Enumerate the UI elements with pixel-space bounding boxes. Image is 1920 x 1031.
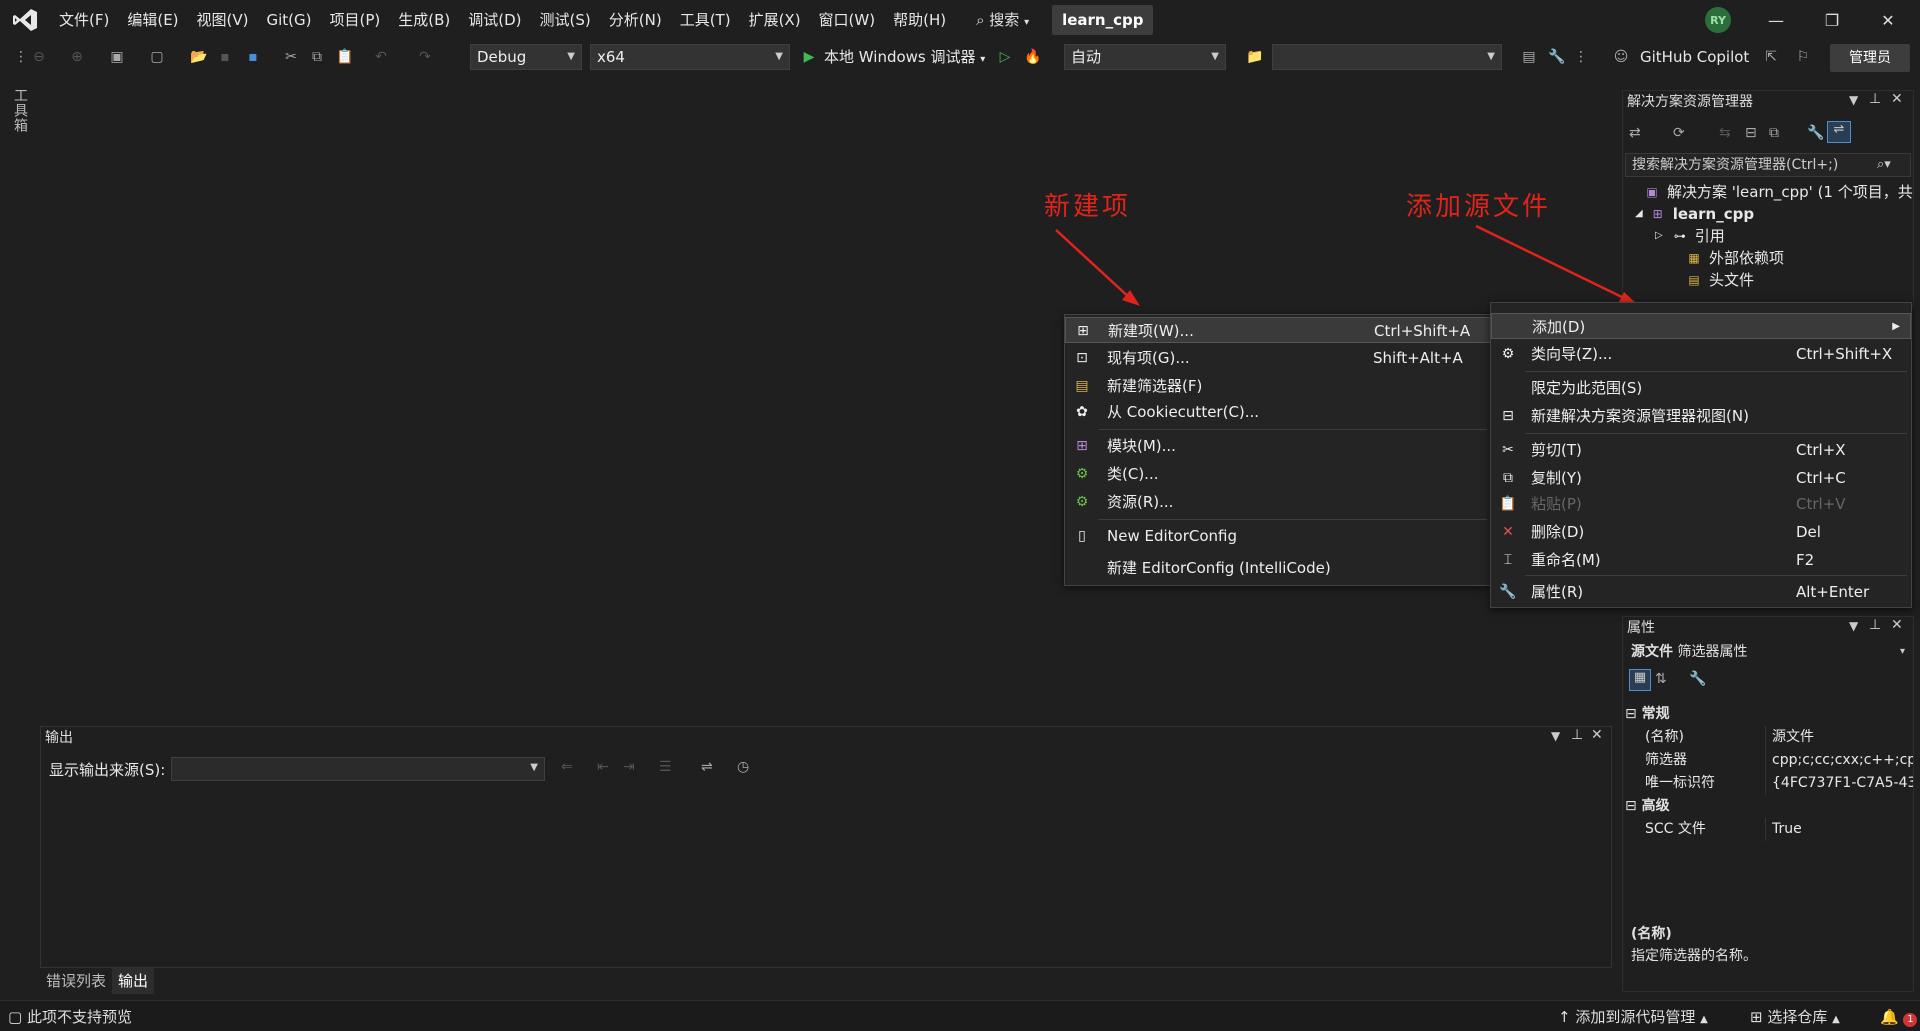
bottom-tabs: 错误列表 输出 [40, 968, 340, 994]
properties-object-type: 筛选器属性 [1677, 644, 1748, 660]
menu-cookiecutter[interactable]: ✿ 从 Cookiecutter(C)... [1065, 399, 1491, 425]
status-bar: ▢ 此项不支持预览 ↑ 添加到源代码管理 ▲ ⊞ 选择仓库 ▲ 🔔 1 [0, 1000, 1920, 1031]
paste-icon: 📋 [1499, 496, 1517, 512]
new-item-icon: ⊞ [1077, 323, 1089, 339]
property-row[interactable]: SCC 文件 True [1625, 818, 1911, 841]
class-wizard-icon: ⚙ [1501, 346, 1515, 362]
resource-icon: ⚙ [1075, 494, 1089, 510]
context-menu: 添加(D) ▶ ⚙ 类向导(Z)... Ctrl+Shift+X 限定为此范围(… [1490, 302, 1912, 608]
menu-copy[interactable]: ⧉ 复制(Y) Ctrl+C [1491, 465, 1911, 491]
categorized-icon[interactable]: ▦ [1629, 669, 1651, 691]
chevron-right-icon: ▶ [1892, 321, 1900, 332]
chevron-down-icon: ▼ [530, 762, 538, 773]
menu-scope-to-this[interactable]: 限定为此范围(S) [1491, 375, 1911, 401]
pin-icon[interactable]: ⊥ [1571, 727, 1583, 743]
menu-separator [1099, 429, 1487, 430]
existing-item-icon: ⊡ [1076, 350, 1088, 366]
select-repository-button[interactable]: ⊞ 选择仓库 ▲ [1750, 1006, 1840, 1028]
bell-icon: 🔔 [1880, 1008, 1899, 1026]
menu-new-editorconfig[interactable]: ▯ New EditorConfig [1065, 523, 1491, 549]
menu-resource[interactable]: ⚙ 资源(R)... [1065, 489, 1491, 515]
cookiecutter-icon: ✿ [1076, 404, 1088, 420]
timestamp-icon[interactable]: ◷ [737, 759, 749, 775]
menu-new-editorconfig-intellicode[interactable]: 新建 EditorConfig (IntelliCode) [1065, 555, 1491, 581]
output-source-select[interactable]: ▼ [171, 757, 545, 781]
rename-icon: ⌶ [1503, 552, 1513, 568]
chevron-down-icon[interactable]: ▼ [1551, 729, 1560, 743]
delete-icon: ✕ [1502, 524, 1514, 540]
chevron-up-icon: ▲ [1700, 1014, 1708, 1025]
menu-add[interactable]: 添加(D) ▶ [1491, 313, 1911, 339]
menu-existing-item[interactable]: ⊡ 现有项(G)... Shift+Alt+A [1065, 345, 1491, 371]
close-icon[interactable]: ✕ [1891, 617, 1903, 633]
document-icon: ▯ [1078, 528, 1086, 544]
chevron-up-icon: ▲ [1832, 1014, 1840, 1025]
property-pages-icon[interactable]: 🔧 [1689, 671, 1706, 687]
menu-cut[interactable]: ✂ 剪切(T) Ctrl+X [1491, 437, 1911, 463]
property-row[interactable]: 筛选器 cpp;c;cc;cxx;c++;cp [1625, 749, 1913, 772]
menu-paste[interactable]: 📋 粘贴(P) Ctrl+V [1491, 491, 1911, 517]
category-advanced[interactable]: ⊟ 高级 [1625, 795, 1670, 817]
arrow-up-icon: ↑ [1558, 1008, 1571, 1026]
clear-all-icon[interactable]: ☰ [659, 759, 672, 775]
class-icon: ⚙ [1075, 466, 1089, 482]
menu-class-wizard[interactable]: ⚙ 类向导(Z)... Ctrl+Shift+X [1491, 341, 1911, 367]
pin-icon[interactable]: ⊥ [1869, 617, 1881, 633]
notifications-button[interactable]: 🔔 1 [1880, 1006, 1918, 1028]
close-icon[interactable]: ✕ [1591, 727, 1603, 743]
property-row[interactable]: (名称) 源文件 [1625, 726, 1911, 749]
output-title: 输出 [45, 730, 73, 746]
chevron-down-icon: ▾ [1899, 646, 1905, 657]
new-filter-icon: ▤ [1075, 378, 1089, 394]
repository-icon: ⊞ [1750, 1008, 1763, 1026]
output-panel: 输出 ▼ ⊥ ✕ 显示输出来源(S): ▼ ⇐ ⇤ ⇥ ☰ ⇌ ◷ [40, 726, 1612, 968]
collapse-box-icon: ⊟ [1625, 706, 1637, 722]
menu-class[interactable]: ⚙ 类(C)... [1065, 461, 1491, 487]
chevron-down-icon[interactable]: ▼ [1849, 619, 1858, 633]
goto-next-message-icon[interactable]: ⇥ [623, 759, 635, 775]
menu-separator [1525, 371, 1907, 372]
alphabetical-icon[interactable]: ⇅ [1655, 671, 1667, 687]
tab-output[interactable]: 输出 [112, 968, 155, 994]
properties-object-select[interactable]: 源文件 筛选器属性 ▾ [1625, 641, 1911, 663]
menu-module[interactable]: ⊞ 模块(M)... [1065, 433, 1491, 459]
find-message-icon[interactable]: ⇤ [597, 759, 609, 775]
cut-icon: ✂ [1502, 442, 1514, 458]
property-row[interactable]: 唯一标识符 {4FC737F1-C7A5-43 [1625, 772, 1913, 795]
comment-icon: ▢ [8, 1008, 23, 1026]
add-submenu: ⊞ 新建项(W)... Ctrl+Shift+A ⊡ 现有项(G)... Shi… [1064, 314, 1492, 586]
arrow-add-source [1475, 224, 1629, 302]
menu-new-explorer-view[interactable]: ⊟ 新建解决方案资源管理器视图(N) [1491, 403, 1911, 429]
collapse-box-icon: ⊟ [1625, 798, 1637, 814]
properties-object-name: 源文件 [1631, 644, 1673, 660]
goto-previous-message-icon[interactable]: ⇐ [561, 759, 573, 775]
menu-separator [1525, 575, 1907, 576]
menu-rename[interactable]: ⌶ 重命名(M) F2 [1491, 547, 1911, 573]
arrow-new-item [1055, 229, 1133, 301]
tab-error-list[interactable]: 错误列表 [40, 968, 112, 994]
property-description-text: 指定筛选器的名称。 [1631, 948, 1757, 964]
category-general[interactable]: ⊟ 常规 [1625, 703, 1670, 725]
properties-panel: 属性 ▼ ⊥ ✕ 源文件 筛选器属性 ▾ ▦ ⇅ 🔧 ⊟ 常规 (名称) 源文件… [1622, 616, 1914, 992]
menu-delete[interactable]: ✕ 删除(D) Del [1491, 519, 1911, 545]
wrench-icon: 🔧 [1499, 584, 1517, 600]
menu-separator [1525, 433, 1907, 434]
menu-separator [1099, 519, 1487, 520]
menu-new-filter[interactable]: ▤ 新建筛选器(F) [1065, 373, 1491, 399]
menu-new-item[interactable]: ⊞ 新建项(W)... Ctrl+Shift+A [1065, 317, 1491, 343]
new-view-icon: ⊟ [1502, 408, 1514, 424]
word-wrap-icon[interactable]: ⇌ [701, 759, 713, 775]
menu-properties[interactable]: 🔧 属性(R) Alt+Enter [1491, 579, 1911, 605]
preview-status: ▢ 此项不支持预览 [8, 1008, 132, 1026]
module-icon: ⊞ [1076, 438, 1088, 454]
add-to-source-control-button[interactable]: ↑ 添加到源代码管理 ▲ [1558, 1006, 1708, 1028]
output-source-label: 显示输出来源(S): [49, 761, 166, 779]
copy-icon: ⧉ [1503, 470, 1513, 486]
property-description-title: (名称) [1631, 926, 1672, 942]
